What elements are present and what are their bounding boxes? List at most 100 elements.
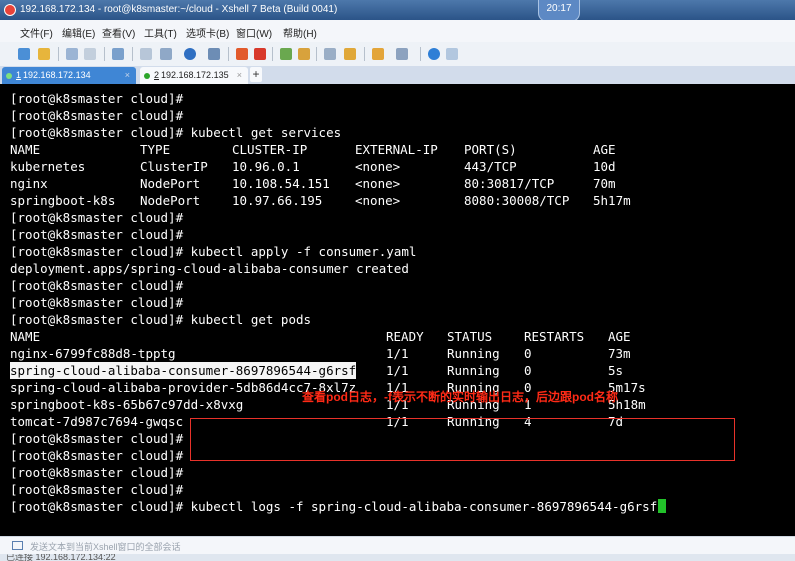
table-cell: <none>: [355, 193, 401, 208]
table-cell: 10d: [593, 159, 616, 174]
prompt: [root@k8smaster cloud]#: [10, 295, 184, 310]
toolbar-divider: [364, 47, 365, 61]
script-icon[interactable]: [372, 48, 384, 60]
table-cell: <none>: [355, 176, 401, 191]
fullscreen-icon[interactable]: [280, 48, 292, 60]
help-icon[interactable]: [428, 48, 440, 60]
table-cell: 10.108.54.151: [232, 176, 330, 191]
table-cell: 80:30817/TCP: [464, 176, 555, 191]
service-row: nginx NodePort 10.108.54.151 <none> 80:3…: [10, 175, 616, 192]
menu-view[interactable]: 查看(V): [102, 25, 135, 40]
tab-host-label: 192.168.172.135: [161, 70, 229, 80]
color-scheme-icon[interactable]: [184, 48, 196, 60]
header-cell: NAME: [10, 142, 41, 157]
prompt: [root@k8smaster cloud]#: [10, 482, 184, 497]
send-text-input[interactable]: 发送文本到当前Xshell窗口的全部会话: [30, 540, 181, 553]
disconnect-icon[interactable]: [84, 48, 96, 60]
table-cell: nginx: [10, 176, 48, 191]
chat-icon[interactable]: [446, 48, 458, 60]
terminal-line: [root@k8smaster cloud]#: [10, 226, 183, 243]
table-cell: nginx-6799fc88d8-tpptg: [10, 346, 176, 361]
terminal-cursor: [658, 499, 667, 513]
table-cell: 10.97.66.195: [232, 193, 323, 208]
terminal-line: [root@k8smaster cloud]#: [10, 90, 183, 107]
prompt: [root@k8smaster cloud]#: [10, 312, 184, 327]
xshell-tool-icon[interactable]: [254, 48, 266, 60]
layout-icon[interactable]: [396, 48, 408, 60]
table-cell: 73m: [608, 346, 631, 361]
connection-status: 已连接 192.168.172.134:22: [6, 554, 116, 561]
command-text: kubectl apply -f consumer.yaml: [190, 244, 417, 259]
terminal[interactable]: [root@k8smaster cloud]# [root@k8smaster …: [0, 84, 795, 536]
send-text-bar[interactable]: 发送文本到当前Xshell窗口的全部会话: [0, 536, 795, 555]
table-cell: 5s: [608, 363, 624, 378]
open-folder-icon[interactable]: [38, 48, 50, 60]
compose-icon[interactable]: [12, 541, 23, 550]
link-icon[interactable]: [66, 48, 78, 60]
terminal-line: [root@k8smaster cloud]#: [10, 277, 183, 294]
terminal-line: [root@k8smaster cloud]# kubectl apply -f…: [10, 243, 416, 260]
menu-file[interactable]: 文件(F): [20, 25, 53, 40]
prompt: [root@k8smaster cloud]#: [10, 91, 184, 106]
toolbar-divider: [316, 47, 317, 61]
table-cell: Running: [447, 346, 500, 361]
font-icon[interactable]: [208, 48, 220, 60]
command-text: kubectl get services: [190, 125, 342, 140]
add-tab-button[interactable]: +: [250, 67, 262, 82]
header-cell: READY: [386, 329, 424, 344]
highlighted-pod-name[interactable]: spring-cloud-alibaba-consumer-8697896544…: [10, 362, 357, 379]
search-icon[interactable]: [140, 48, 152, 60]
properties-icon[interactable]: [112, 48, 124, 60]
table-cell: ClusterIP: [140, 159, 208, 174]
menu-window[interactable]: 窗口(W): [236, 25, 272, 40]
prompt: [root@k8smaster cloud]#: [10, 227, 184, 242]
connected-status-icon: [6, 72, 12, 79]
terminal-line: [root@k8smaster cloud]# kubectl get pods: [10, 311, 311, 328]
command-text: kubectl get pods: [190, 312, 312, 327]
menu-tools[interactable]: 工具(T): [144, 25, 177, 40]
menu-help[interactable]: 帮助(H): [283, 25, 317, 40]
toolbar-divider: [272, 47, 273, 61]
pod-row: nginx-6799fc88d8-tpptg 1/1 Running 0 73m: [10, 345, 631, 362]
terminal-line: [root@k8smaster cloud]#: [10, 481, 183, 498]
menu-tabs[interactable]: 选项卡(B): [186, 25, 229, 40]
tab-session-2[interactable]: 2 192.168.172.135 ×: [140, 67, 248, 84]
terminal-line: [root@k8smaster cloud]# kubectl get serv…: [10, 124, 341, 141]
prompt: [root@k8smaster cloud]#: [10, 108, 184, 123]
terminal-input-line[interactable]: [root@k8smaster cloud]# kubectl logs -f …: [10, 498, 667, 515]
annotation-text: 查看pod日志，-f表示不断的实时输出日志，后边跟pod名称: [302, 390, 618, 404]
menu-edit[interactable]: 编辑(E): [62, 25, 95, 40]
table-cell: 10.96.0.1: [232, 159, 300, 174]
close-tab-icon[interactable]: ×: [237, 67, 242, 84]
close-tab-icon[interactable]: ×: [125, 67, 130, 84]
service-row: kubernetes ClusterIP 10.96.0.1 <none> 44…: [10, 158, 616, 175]
command-output: deployment.apps/spring-cloud-alibaba-con…: [10, 261, 409, 276]
highlight-icon[interactable]: [344, 48, 356, 60]
tab-session-1[interactable]: 1 192.168.172.134 ×: [2, 67, 136, 84]
table-cell: kubernetes: [10, 159, 86, 174]
prompt: [root@k8smaster cloud]#: [10, 278, 184, 293]
table-cell: 70m: [593, 176, 616, 191]
table-cell: NodePort: [140, 193, 201, 208]
header-cell: CLUSTER-IP: [232, 142, 308, 157]
xftp-icon[interactable]: [236, 48, 248, 60]
connected-status-icon: [144, 72, 150, 79]
terminal-line: [root@k8smaster cloud]#: [10, 107, 183, 124]
new-session-icon[interactable]: [18, 48, 30, 60]
copy-icon[interactable]: [160, 48, 172, 60]
keyboard-icon[interactable]: [324, 48, 336, 60]
menu-bar: 文件(F) 编辑(E) 查看(V) 工具(T) 选项卡(B) 窗口(W) 帮助(…: [0, 20, 795, 42]
header-cell: STATUS: [447, 329, 493, 344]
annotation-highlight-box: [190, 418, 735, 461]
title-bar: 192.168.172.134 - root@k8smaster:~/cloud…: [0, 0, 795, 20]
pod-row: spring-cloud-alibaba-consumer-8697896544…: [10, 362, 623, 379]
status-bar: 已连接 192.168.172.134:22: [0, 554, 795, 561]
table-cell: springboot-k8s: [10, 193, 116, 208]
terminal-line: [root@k8smaster cloud]#: [10, 447, 183, 464]
prompt: [root@k8smaster cloud]#: [10, 431, 184, 446]
header-cell: RESTARTS: [524, 329, 585, 344]
header-cell: AGE: [593, 142, 616, 157]
tab-number: 1: [16, 70, 22, 80]
lock-icon[interactable]: [298, 48, 310, 60]
service-row: springboot-k8s NodePort 10.97.66.195 <no…: [10, 192, 631, 209]
